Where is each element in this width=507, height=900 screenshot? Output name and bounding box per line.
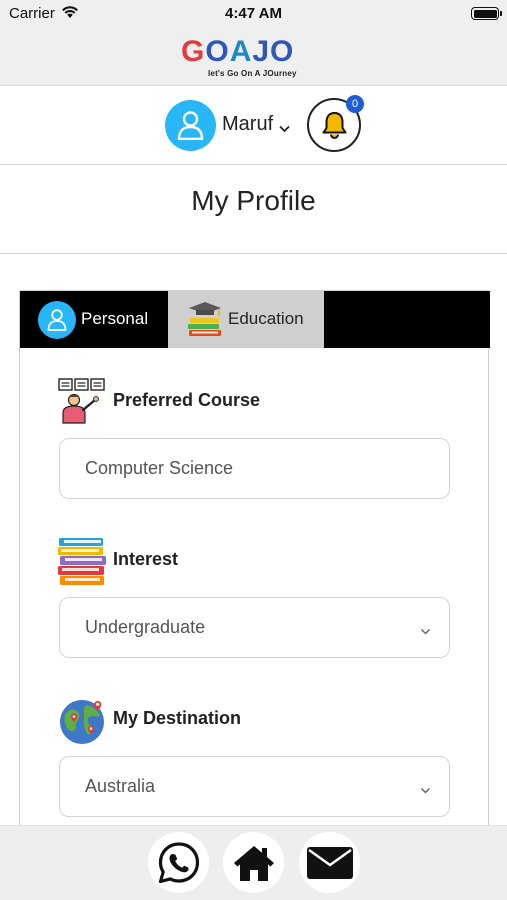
- chevron-down-icon[interactable]: [279, 120, 290, 138]
- destination-select[interactable]: Australia: [59, 756, 450, 817]
- status-bar: Carrier 4:47 AM: [0, 0, 507, 27]
- notification-badge: 0: [346, 95, 364, 113]
- tab-education[interactable]: Education: [168, 291, 324, 348]
- preferred-course-label: Preferred Course: [113, 390, 261, 410]
- avatar[interactable]: [165, 100, 216, 151]
- title-section: My Profile: [0, 165, 507, 254]
- user-icon: [177, 111, 204, 140]
- tab-education-label: Education: [228, 309, 304, 328]
- bottom-nav: [0, 825, 507, 900]
- page-title: My Profile: [191, 185, 316, 216]
- user-icon: [38, 301, 76, 339]
- interest-label: Interest: [113, 549, 179, 569]
- destination-value: Australia: [85, 776, 156, 796]
- interest-select[interactable]: Undergraduate: [59, 597, 450, 658]
- whatsapp-button[interactable]: [148, 832, 209, 893]
- user-bar: Maruf 0: [0, 86, 507, 165]
- tab-personal[interactable]: Personal: [20, 291, 168, 348]
- globe-location-icon: [58, 695, 108, 750]
- tab-personal-label: Personal: [81, 309, 149, 328]
- logo-tagline: let's Go On A JOurney: [208, 69, 297, 78]
- home-button[interactable]: [223, 832, 284, 893]
- preferred-course-value: Computer Science: [85, 458, 234, 478]
- logo-wordmark: GOAJO: [181, 35, 295, 68]
- interest-value: Undergraduate: [85, 617, 206, 637]
- bell-icon: [322, 112, 347, 139]
- tab-bar: Personal Education: [20, 291, 490, 348]
- stacked-books-icon: [57, 536, 107, 591]
- teacher-presentation-icon: [58, 377, 106, 430]
- battery-icon: [471, 7, 502, 20]
- goajo-logo: GOAJO let's Go On A JOurney: [181, 35, 331, 81]
- home-icon: [233, 845, 274, 881]
- user-name-dropdown[interactable]: Maruf: [222, 113, 273, 136]
- chevron-down-icon: [420, 782, 431, 800]
- mail-button[interactable]: [299, 832, 360, 893]
- preferred-course-input[interactable]: Computer Science: [59, 438, 450, 499]
- whatsapp-icon: [158, 841, 199, 883]
- mail-icon: [306, 846, 353, 879]
- books-graduation-cap-icon: [186, 300, 224, 343]
- app-header: GOAJO let's Go On A JOurney: [0, 27, 507, 86]
- clock: 4:47 AM: [225, 5, 282, 22]
- chevron-down-icon: [420, 623, 431, 641]
- destination-label: My Destination: [113, 708, 242, 728]
- profile-card: Personal Education Preferred Course Comp…: [19, 290, 490, 830]
